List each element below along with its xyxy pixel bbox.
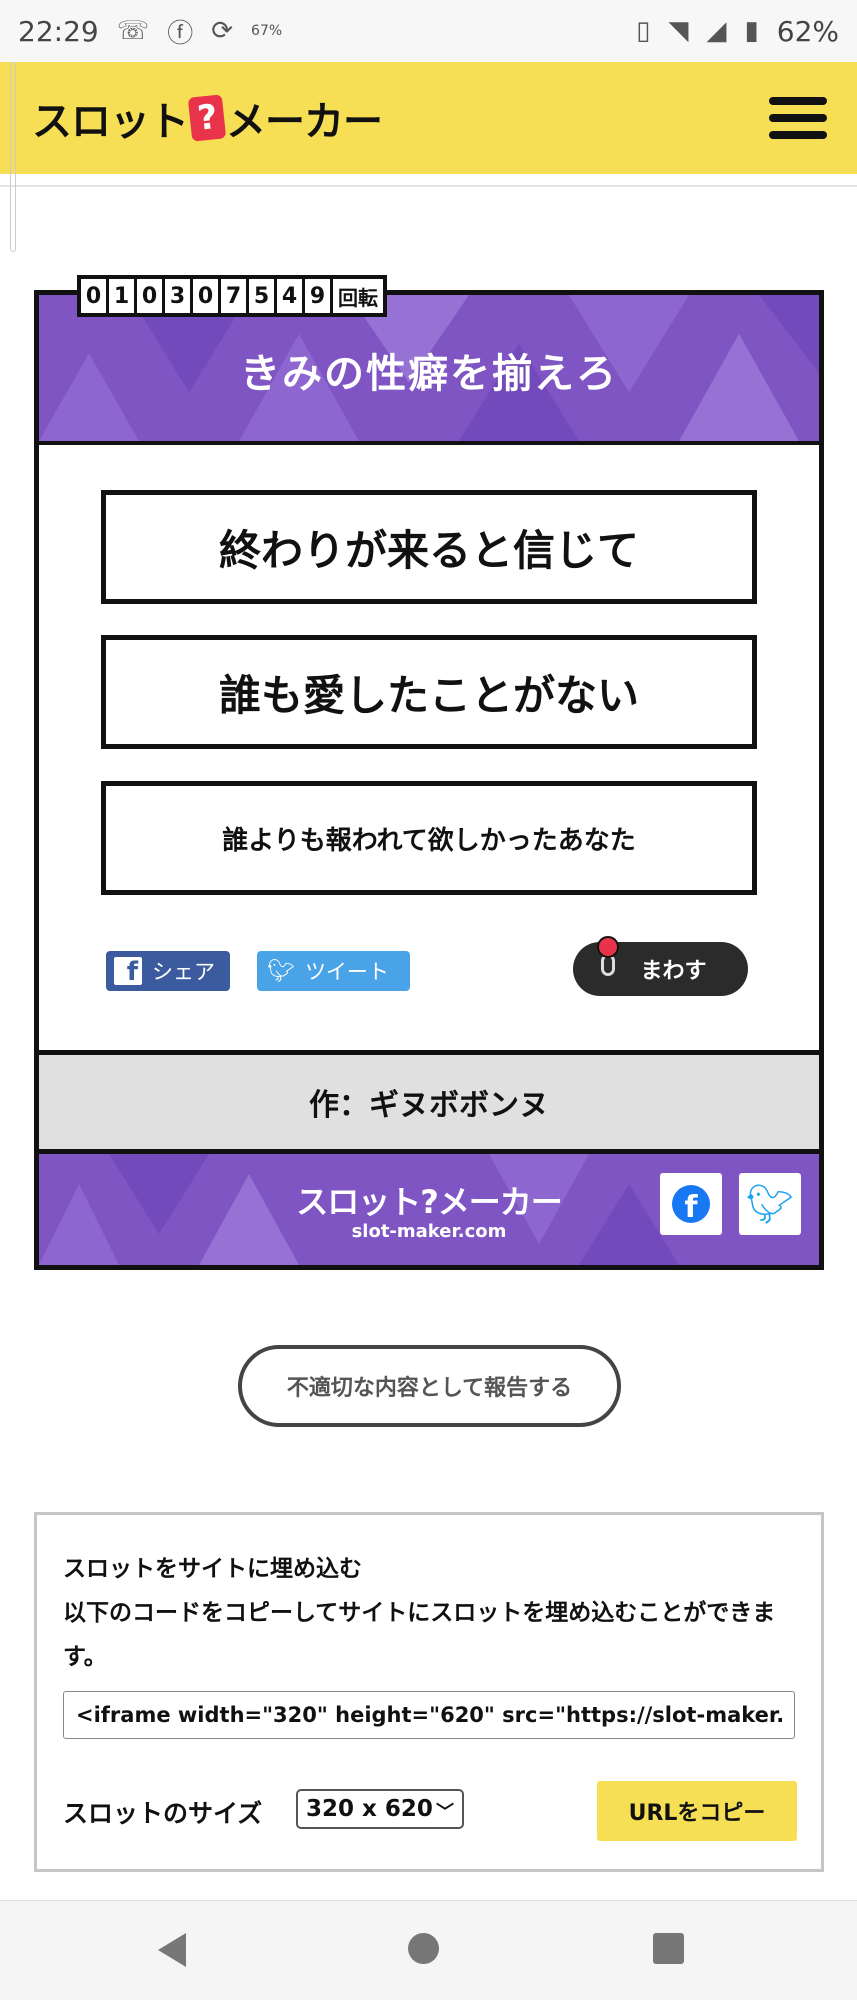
footer-logo-url: slot-maker.com [351, 1221, 507, 1242]
counter-unit: 回転 [333, 279, 383, 313]
sync-icon: ⟳ [211, 16, 234, 46]
author-credit: 作：ギヌボボンヌ [39, 1050, 819, 1154]
status-time: 22:29 [18, 14, 99, 48]
system-nav-bar [0, 1900, 857, 2000]
embed-description: 以下のコードをコピーしてサイトにスロットを埋め込むことができます。 [63, 1600, 776, 1670]
hamburger-line [769, 131, 827, 139]
header-divider [0, 185, 857, 187]
logo-text-left: スロット [32, 99, 189, 145]
tweet-label: ツイート [304, 960, 389, 984]
spin-label: まわす [640, 959, 707, 984]
size-label: スロットのサイズ [63, 1799, 263, 1828]
tweet-button[interactable]: 🐦︎ ツイート [257, 951, 410, 991]
spin-counter: 0 1 0 3 0 7 5 4 9 回転 [77, 275, 387, 317]
embed-heading: スロットをサイトに埋め込む [63, 1556, 362, 1582]
site-logo[interactable]: スロット ? メーカー [32, 89, 383, 147]
reel-1: 終わりが来ると信じて [101, 490, 757, 604]
share-label: シェア [152, 960, 215, 984]
counter-digit: 3 [165, 279, 190, 313]
counter-digit: 0 [193, 279, 218, 313]
twitter-bird-icon: 🐦︎ [745, 1181, 795, 1226]
size-select-value: 320 x 620 [306, 1796, 433, 1822]
footer-logo-main: スロット?メーカー [296, 1183, 563, 1221]
slot-footer-band: スロット?メーカー slot-maker.com f 🐦︎ [39, 1154, 819, 1265]
twitter-bird-icon: 🐦︎ [267, 958, 295, 984]
copy-url-button[interactable]: URLをコピー [597, 1781, 797, 1841]
hamburger-line [769, 114, 827, 122]
reel-3: 誰よりも報われて欲しかったあなた [101, 781, 757, 895]
status-bar-left: 22:29 ☏ ⓕ ⟳ 67% [18, 13, 282, 50]
logo-mark: ? [187, 94, 227, 142]
reel-2: 誰も愛したことがない [101, 635, 757, 749]
home-icon[interactable] [408, 1933, 439, 1964]
recents-icon[interactable] [653, 1933, 684, 1964]
report-button[interactable]: 不適切な内容として報告する [238, 1345, 621, 1427]
site-header: スロット ? メーカー [0, 62, 857, 174]
chevron-down-icon: ﹀ [436, 1802, 454, 1823]
lever-icon [595, 936, 621, 982]
counter-digit: 0 [137, 279, 162, 313]
slot-machine-card: 0 1 0 3 0 7 5 4 9 回転 きみの性癖を揃えろ 終わりが来ると信じ… [34, 275, 824, 1270]
vibrate-icon: ▯ [636, 16, 651, 46]
back-icon[interactable] [158, 1933, 186, 1967]
logo-text-right: メーカー [226, 99, 383, 145]
counter-digit: 0 [81, 279, 106, 313]
battery-icon: ▮ [744, 16, 759, 46]
hamburger-menu-icon[interactable] [769, 97, 827, 139]
facebook-share-button[interactable]: f シェア [106, 951, 230, 991]
facebook-icon: f [114, 957, 142, 985]
battery-percent: 62% [776, 14, 839, 48]
status-bar-right: ▯ ◥ ◢ ▮ 62% [636, 15, 839, 48]
footer-twitter-button[interactable]: 🐦︎ [739, 1173, 801, 1235]
counter-digit: 9 [305, 279, 330, 313]
data-saver-indicator: 67% [251, 23, 283, 39]
signal-icon: ◢ [706, 16, 727, 46]
counter-digit: 5 [249, 279, 274, 313]
counter-digit: 4 [277, 279, 302, 313]
counter-digit: 7 [221, 279, 246, 313]
wifi-icon: ◥ [668, 16, 689, 46]
facebook-icon: ⓕ [167, 18, 194, 49]
hamburger-line [769, 97, 827, 105]
facebook-icon: f [672, 1185, 710, 1223]
slot-title: きみの性癖を揃えろ [240, 351, 618, 397]
slot-title-band: きみの性癖を揃えろ [39, 295, 819, 445]
spin-button[interactable]: まわす [573, 936, 748, 996]
size-select[interactable]: 320 x 620 ﹀ [296, 1789, 464, 1829]
footer-facebook-button[interactable]: f [660, 1173, 722, 1235]
embed-section: スロットをサイトに埋め込む 以下のコードをコピーしてサイトにスロットを埋め込むこ… [34, 1512, 824, 1872]
embed-code-field[interactable] [63, 1691, 795, 1739]
counter-digit: 1 [109, 279, 134, 313]
side-scroll-indicator [10, 62, 16, 252]
missed-call-icon: ☏ [116, 16, 150, 46]
status-bar: 22:29 ☏ ⓕ ⟳ 67% ▯ ◥ ◢ ▮ 62% [0, 0, 857, 62]
